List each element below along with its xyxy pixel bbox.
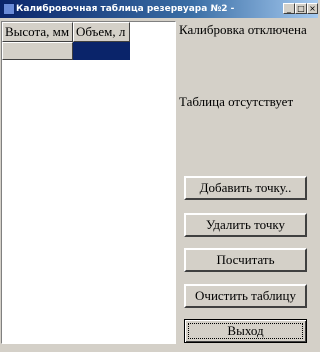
exit-button[interactable]: Выход [184,319,307,343]
calibration-status-label: Калибровка отключена [179,22,307,37]
calculate-button[interactable]: Посчитать [184,248,307,272]
row-header-cell[interactable] [2,42,73,60]
exit-button-label: Выход [227,323,264,338]
table-status-label: Таблица отсутствует [179,94,294,109]
title-bar[interactable]: Калибровочная таблица резервуара №2 - _ … [0,0,318,18]
selected-cell[interactable] [73,42,130,60]
close-button[interactable]: × [307,3,318,14]
minimize-button[interactable]: _ [283,3,295,14]
window-title: Калибровочная таблица резервуара №2 - [16,4,235,14]
add-point-button[interactable]: Добавить точку.. [184,176,307,200]
calibration-window: Калибровочная таблица резервуара №2 - _ … [0,0,318,352]
maximize-button[interactable]: □ [295,3,307,14]
clear-table-button[interactable]: Очистить таблицу [184,284,307,308]
column-header-height[interactable]: Высота, мм [2,22,73,42]
column-header-volume[interactable]: Объем, л [73,22,130,42]
delete-point-button[interactable]: Удалить точку [184,213,307,237]
app-icon[interactable] [3,3,15,15]
calibration-grid[interactable]: Высота, мм Объем, л [1,21,176,344]
